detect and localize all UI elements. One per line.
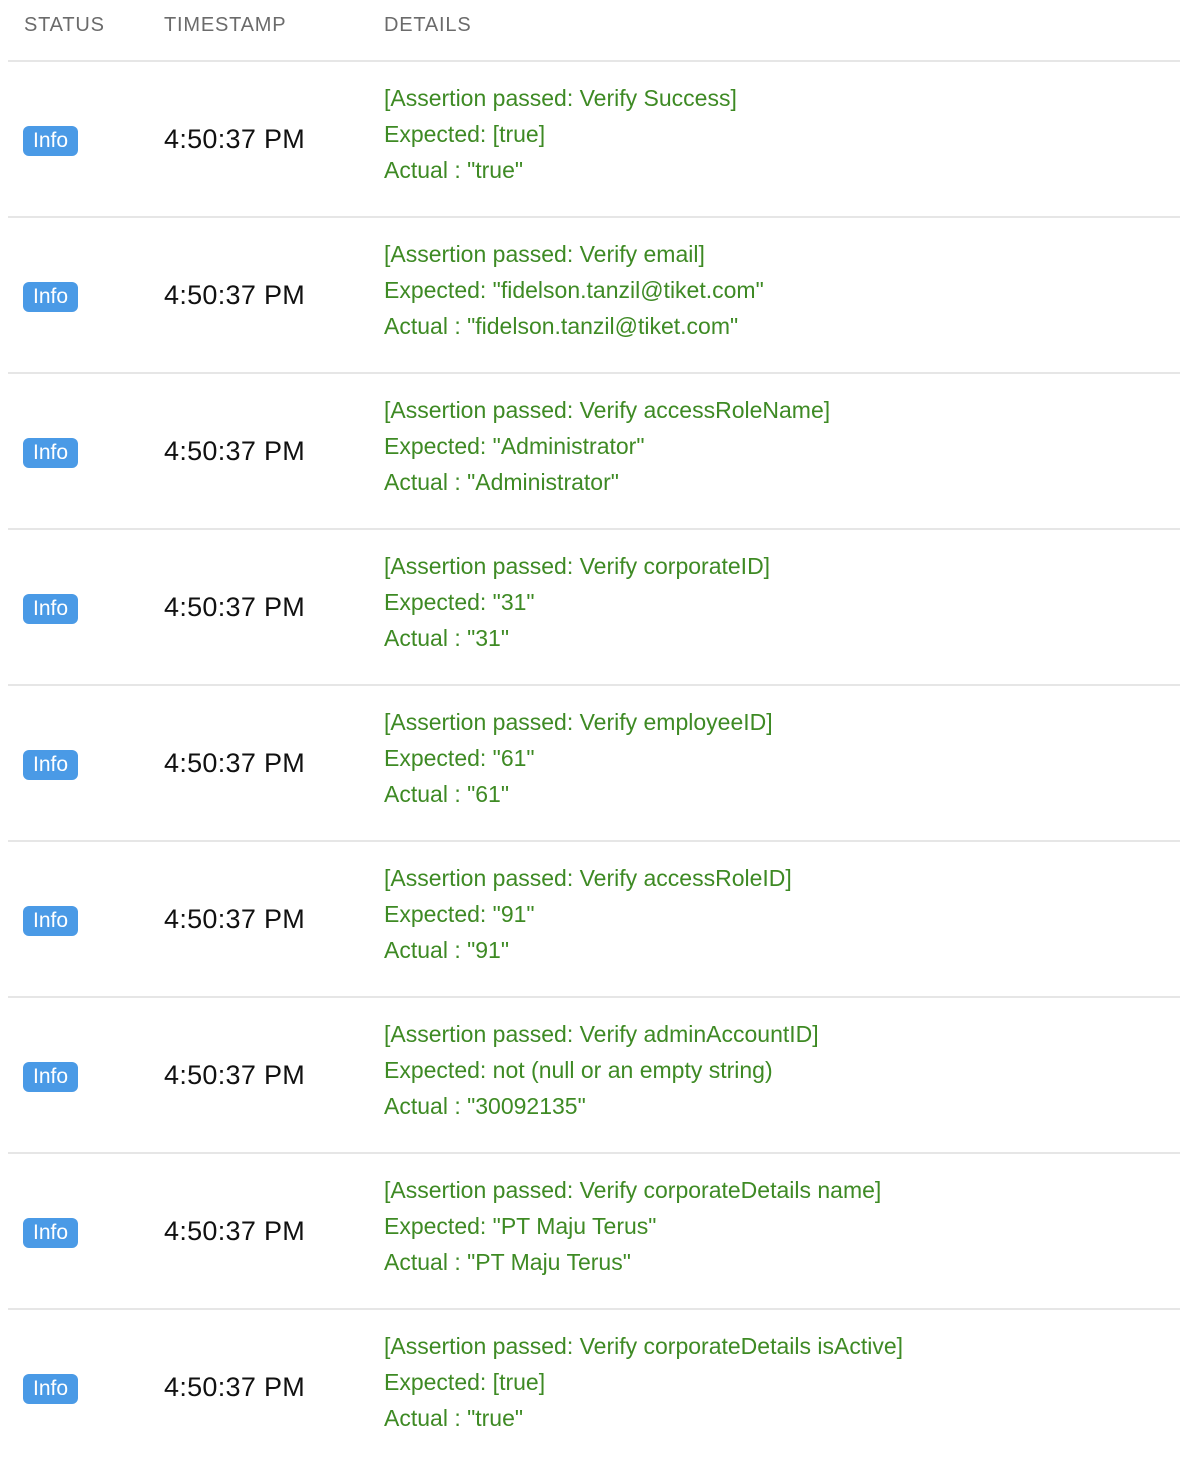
assertion-text: [Assertion passed: Verify email] <box>384 241 705 267</box>
timestamp: 4:50:37 PM <box>164 904 306 934</box>
table-row: Info 4:50:37 PM [Assertion passed: Verif… <box>8 62 1180 218</box>
status-badge: Info <box>23 126 79 156</box>
timestamp: 4:50:37 PM <box>164 280 306 310</box>
actual-text: Actual : "91" <box>384 937 510 963</box>
status-badge: Info <box>23 1374 79 1404</box>
actual-text: Actual : "true" <box>384 1405 524 1431</box>
expected-text: Expected: "Administrator" <box>384 433 645 459</box>
actual-text: Actual : "true" <box>384 157 524 183</box>
actual-text: Actual : "61" <box>384 781 510 807</box>
log-table: STATUS TIMESTAMP DETAILS Info 4:50:37 PM… <box>8 0 1180 1466</box>
status-badge: Info <box>23 906 79 936</box>
table-header: STATUS TIMESTAMP DETAILS <box>8 0 1180 62</box>
table-row: Info 4:50:37 PM [Assertion passed: Verif… <box>8 686 1180 842</box>
actual-text: Actual : "30092135" <box>384 1093 586 1119</box>
details-cell: [Assertion passed: Verify corporateDetai… <box>384 1328 903 1436</box>
table-row: Info 4:50:37 PM [Assertion passed: Verif… <box>8 1310 1180 1466</box>
expected-text: Expected: "31" <box>384 589 535 615</box>
log-rows: Info 4:50:37 PM [Assertion passed: Verif… <box>8 62 1180 1466</box>
assertion-text: [Assertion passed: Verify Success] <box>384 85 737 111</box>
details-cell: [Assertion passed: Verify accessRoleName… <box>384 392 830 500</box>
details-cell: [Assertion passed: Verify employeeID] Ex… <box>384 704 773 812</box>
assertion-text: [Assertion passed: Verify corporateDetai… <box>384 1177 882 1203</box>
status-badge: Info <box>23 438 79 468</box>
table-row: Info 4:50:37 PM [Assertion passed: Verif… <box>8 530 1180 686</box>
actual-text: Actual : "31" <box>384 625 510 651</box>
expected-text: Expected: "PT Maju Terus" <box>384 1213 657 1239</box>
status-badge: Info <box>23 750 79 780</box>
status-badge: Info <box>23 282 79 312</box>
table-row: Info 4:50:37 PM [Assertion passed: Verif… <box>8 998 1180 1154</box>
assertion-text: [Assertion passed: Verify accessRoleID] <box>384 865 792 891</box>
expected-text: Expected: not (null or an empty string) <box>384 1057 773 1083</box>
timestamp: 4:50:37 PM <box>164 436 306 466</box>
details-cell: [Assertion passed: Verify corporateDetai… <box>384 1172 881 1280</box>
status-badge: Info <box>23 1218 79 1248</box>
status-badge: Info <box>23 1062 79 1092</box>
timestamp: 4:50:37 PM <box>164 592 306 622</box>
assertion-text: [Assertion passed: Verify corporateDetai… <box>384 1333 904 1359</box>
table-row: Info 4:50:37 PM [Assertion passed: Verif… <box>8 374 1180 530</box>
table-row: Info 4:50:37 PM [Assertion passed: Verif… <box>8 218 1180 374</box>
table-row: Info 4:50:37 PM [Assertion passed: Verif… <box>8 842 1180 998</box>
assertion-text: [Assertion passed: Verify accessRoleName… <box>384 397 831 423</box>
details-cell: [Assertion passed: Verify adminAccountID… <box>384 1016 819 1124</box>
details-cell: [Assertion passed: Verify accessRoleID] … <box>384 860 792 968</box>
actual-text: Actual : "fidelson.tanzil@tiket.com" <box>384 313 739 339</box>
details-column-header: DETAILS <box>384 14 472 36</box>
details-cell: [Assertion passed: Verify corporateID] E… <box>384 548 770 656</box>
actual-text: Actual : "Administrator" <box>384 469 619 495</box>
expected-text: Expected: "61" <box>384 745 535 771</box>
expected-text: Expected: [true] <box>384 121 546 147</box>
timestamp-column-header: TIMESTAMP <box>164 14 287 36</box>
table-row: Info 4:50:37 PM [Assertion passed: Verif… <box>8 1154 1180 1310</box>
details-cell: [Assertion passed: Verify Success] Expec… <box>384 80 737 188</box>
actual-text: Actual : "PT Maju Terus" <box>384 1249 631 1275</box>
expected-text: Expected: [true] <box>384 1369 546 1395</box>
expected-text: Expected: "91" <box>384 901 535 927</box>
assertion-text: [Assertion passed: Verify adminAccountID… <box>384 1021 819 1047</box>
details-cell: [Assertion passed: Verify email] Expecte… <box>384 236 764 344</box>
assertion-text: [Assertion passed: Verify employeeID] <box>384 709 773 735</box>
timestamp: 4:50:37 PM <box>164 124 306 154</box>
assertion-text: [Assertion passed: Verify corporateID] <box>384 553 771 579</box>
timestamp: 4:50:37 PM <box>164 1060 306 1090</box>
timestamp: 4:50:37 PM <box>164 1216 306 1246</box>
expected-text: Expected: "fidelson.tanzil@tiket.com" <box>384 277 764 303</box>
timestamp: 4:50:37 PM <box>164 748 306 778</box>
status-column-header: STATUS <box>24 14 105 36</box>
status-badge: Info <box>23 594 79 624</box>
timestamp: 4:50:37 PM <box>164 1372 306 1402</box>
